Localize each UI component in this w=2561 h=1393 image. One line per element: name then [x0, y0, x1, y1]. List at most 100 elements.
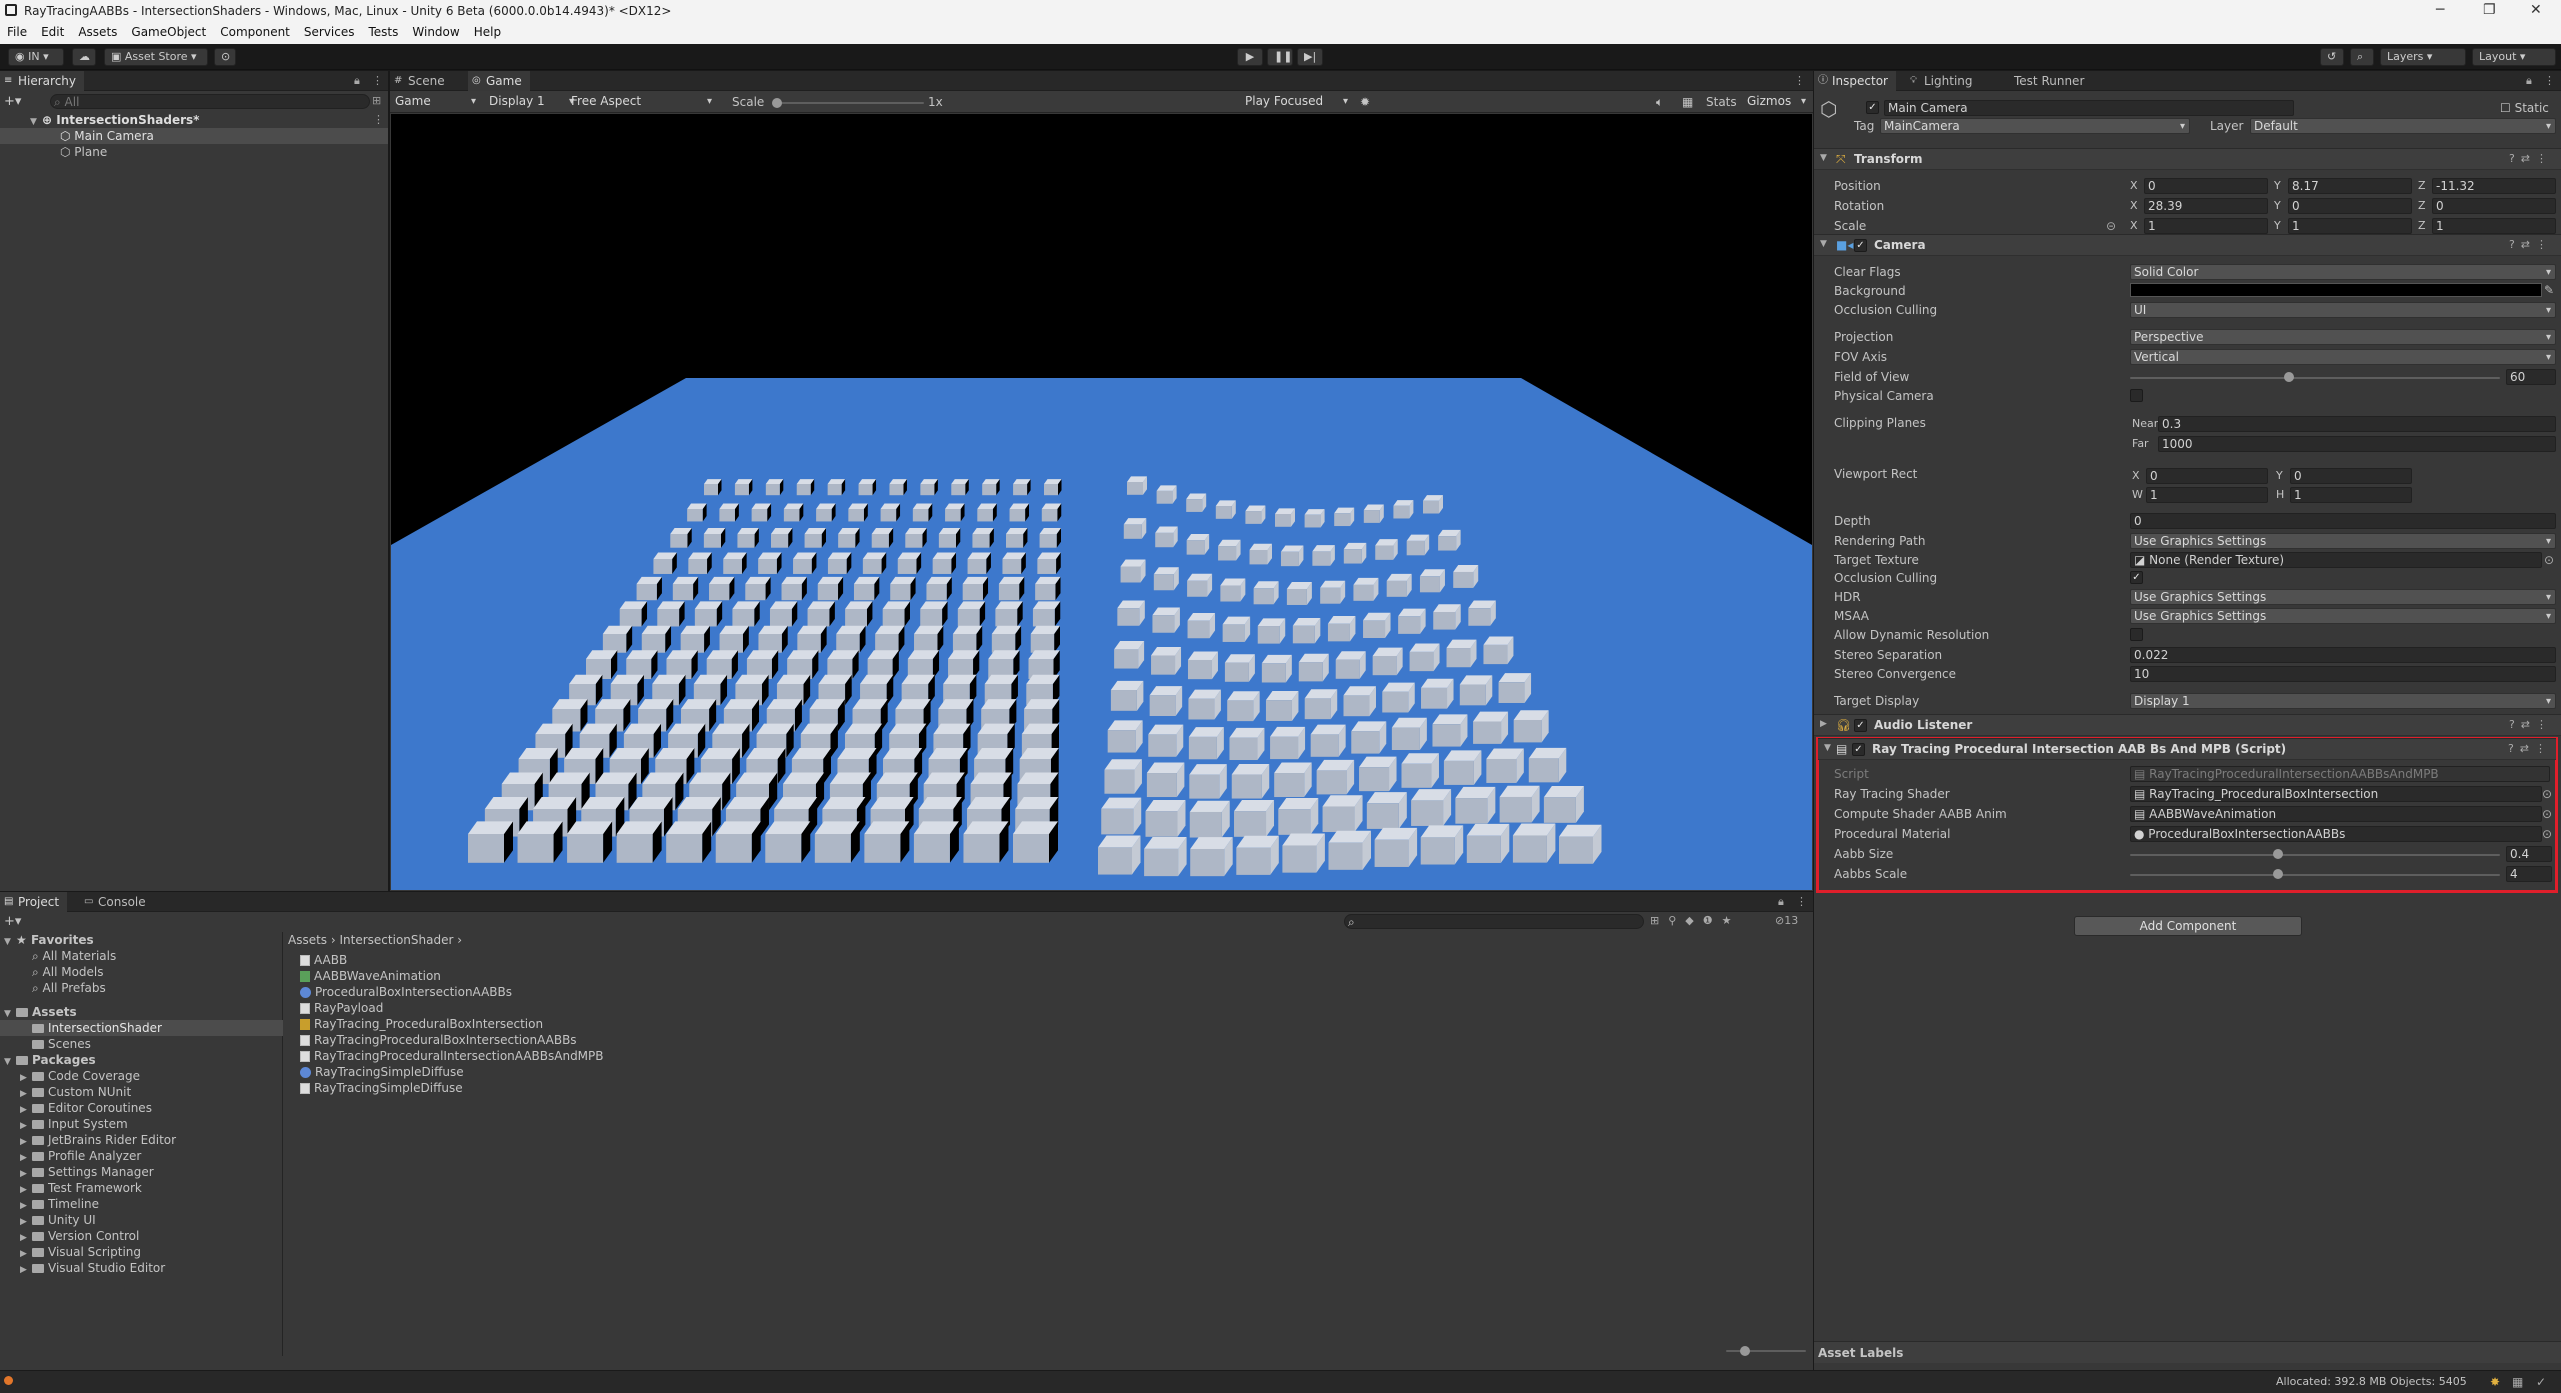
fov-axis-dropdown[interactable]: Vertical — [2130, 349, 2556, 365]
breadcrumb-intersection-shader[interactable]: IntersectionShader — [340, 933, 454, 947]
compute-shader-field[interactable]: ▤ AABBWaveAnimation — [2130, 806, 2542, 822]
depth-field[interactable]: 0 — [2130, 513, 2556, 529]
scale-z-axis-label[interactable]: Z — [2418, 218, 2426, 234]
tab-console[interactable]: ▭ Console — [80, 892, 154, 912]
scale-z-field[interactable]: 1 — [2432, 218, 2556, 234]
camera-header[interactable]: ▼ ■◂ ✓ Camera ?⇄⋮ — [1814, 234, 2561, 256]
clear-flags-dropdown[interactable]: Solid Color — [2130, 264, 2556, 280]
minimize-icon[interactable]: ─ — [2436, 2, 2444, 18]
asset-file[interactable]: RayTracingProceduralIntersectionAABBsAnd… — [300, 1048, 604, 1064]
menu-gameobject[interactable]: GameObject — [124, 22, 213, 39]
aspect-dropdown[interactable]: Free Aspect — [568, 94, 716, 110]
game-mode-dropdown[interactable]: Game — [392, 94, 480, 110]
favorite-all-models[interactable]: ⌕ All Models — [32, 964, 104, 980]
scene-menu-icon[interactable]: ⋮ — [373, 113, 384, 126]
favorite-all-materials[interactable]: ⌕ All Materials — [32, 948, 116, 964]
search-icon[interactable]: ⌕ — [2350, 48, 2374, 66]
menu-edit[interactable]: Edit — [34, 22, 71, 39]
aabbs-scale-slider[interactable] — [2130, 874, 2500, 876]
component-menu-icons[interactable]: ?⇄⋮ — [2508, 742, 2552, 755]
script-enabled-checkbox[interactable]: ✓ — [1852, 743, 1865, 756]
sync-status-icon[interactable]: ✓ — [2536, 1374, 2546, 1390]
hierarchy-item-main-camera[interactable]: ⬡ Main Camera — [60, 128, 154, 144]
object-picker-icon[interactable]: ⊙ — [2542, 786, 2552, 802]
lock-icon[interactable]: 🔒︎ — [354, 74, 360, 88]
folder-intersection-shader[interactable]: IntersectionShader — [32, 1020, 162, 1036]
rotation-z-field[interactable]: 0 — [2432, 198, 2556, 214]
asset-file[interactable]: ProceduralBoxIntersectionAABBs — [300, 984, 512, 1000]
stats-button[interactable]: Stats — [1706, 94, 1737, 110]
play-button[interactable]: ▶ — [1237, 48, 1263, 66]
aabbs-scale-field[interactable]: 4 — [2506, 866, 2552, 882]
eyedropper-icon[interactable]: ✎ — [2544, 282, 2554, 298]
ray-tracing-shader-field[interactable]: ▤ RayTracing_ProceduralBoxIntersection — [2130, 786, 2542, 802]
asset-file[interactable]: RayTracingProceduralBoxIntersectionAABBs — [300, 1032, 577, 1048]
viewport-y-field[interactable]: 0 — [2290, 468, 2412, 484]
position-z-axis-label[interactable]: Z — [2418, 178, 2426, 194]
stereo-separation-field[interactable]: 0.022 — [2130, 647, 2556, 663]
occlusion-culling-checkbox[interactable]: ✓ — [2130, 571, 2143, 584]
hdr-dropdown[interactable]: Use Graphics Settings — [2130, 589, 2556, 605]
display-dropdown[interactable]: Display 1 — [486, 94, 578, 110]
play-focused-dropdown[interactable]: Play Focused — [1242, 94, 1352, 110]
add-component-button[interactable]: Add Component — [2074, 916, 2302, 936]
asset-file[interactable]: RayPayload — [300, 1000, 383, 1016]
rendering-path-dropdown[interactable]: Use Graphics Settings — [2130, 533, 2556, 549]
more-icon[interactable]: ⋮ — [1796, 895, 1807, 908]
menu-services[interactable]: Services — [297, 22, 362, 39]
scale-y-axis-label[interactable]: Y — [2274, 218, 2281, 234]
breadcrumb-assets[interactable]: Assets — [288, 933, 327, 947]
create-button[interactable]: +▾ — [4, 94, 21, 109]
msaa-dropdown[interactable]: Use Graphics Settings — [2130, 608, 2556, 624]
scale-slider-knob[interactable] — [772, 98, 782, 108]
menu-component[interactable]: Component — [213, 22, 297, 39]
menu-window[interactable]: Window — [405, 22, 466, 39]
tab-inspector[interactable]: ⓘ Inspector — [1814, 71, 1896, 91]
asset-store-button[interactable]: ▣ Asset Store ▾ — [104, 48, 208, 66]
far-field[interactable]: 1000 — [2158, 436, 2556, 452]
position-x-axis-label[interactable]: X — [2130, 178, 2138, 194]
fov-slider-knob[interactable] — [2284, 372, 2295, 382]
layers-dropdown[interactable]: Layers ▾ — [2380, 48, 2466, 66]
component-menu-icons[interactable]: ?⇄⋮ — [2509, 238, 2553, 251]
account-button[interactable]: ◉ IN ▾ — [8, 48, 64, 66]
stereo-convergence-field[interactable]: 10 — [2130, 666, 2556, 682]
procedural-material-field[interactable]: ● ProceduralBoxIntersectionAABBs — [2130, 826, 2542, 842]
asset-file[interactable]: RayTracingSimpleDiffuse — [300, 1080, 463, 1096]
dynamic-resolution-checkbox[interactable] — [2130, 628, 2143, 641]
projection-dropdown[interactable]: Perspective — [2130, 329, 2556, 345]
transform-header[interactable]: ▼ ⤧ Transform ?⇄⋮ — [1814, 148, 2561, 170]
favorite-all-prefabs[interactable]: ⌕ All Prefabs — [32, 980, 106, 996]
game-viewport[interactable] — [391, 114, 1812, 890]
scale-x-axis-label[interactable]: X — [2130, 218, 2138, 234]
scale-y-field[interactable]: 1 — [2288, 218, 2412, 234]
more-icon[interactable]: ⋮ — [1794, 74, 1805, 87]
component-menu-icons[interactable]: ?⇄⋮ — [2509, 718, 2553, 731]
history-icon[interactable]: ↺ — [2320, 48, 2344, 66]
audio-listener-header[interactable]: ▶ 🎧︎ ✓ Audio Listener ?⇄⋮ — [1814, 714, 2561, 736]
component-menu-icons[interactable]: ?⇄⋮ — [2509, 152, 2553, 165]
physical-camera-checkbox[interactable] — [2130, 389, 2143, 402]
icon-size-slider[interactable] — [1726, 1350, 1806, 1352]
mute-audio-icon[interactable]: 🔈︎ — [1656, 94, 1663, 110]
menu-assets[interactable]: Assets — [71, 22, 124, 39]
rotation-x-axis-label[interactable]: X — [2130, 198, 2138, 214]
tab-hierarchy[interactable]: ≡ Hierarchy — [0, 71, 85, 91]
tab-test-runner[interactable]: Test Runner — [1996, 71, 2092, 91]
maximize-icon[interactable]: ❐ — [2483, 2, 2496, 18]
version-control-icon[interactable]: ⊙ — [214, 48, 236, 66]
debug-icon[interactable]: ✹ — [1360, 94, 1370, 110]
step-button[interactable]: ▶| — [1297, 48, 1323, 66]
position-x-field[interactable]: 0 — [2144, 178, 2268, 194]
scale-x-field[interactable]: 1 — [2144, 218, 2268, 234]
icon-size-slider-knob[interactable] — [1740, 1346, 1750, 1356]
tab-project[interactable]: ▤ Project — [0, 892, 68, 912]
target-display-dropdown[interactable]: Display 1 — [2130, 693, 2556, 709]
rotation-y-axis-label[interactable]: Y — [2274, 198, 2281, 214]
viewport-w-field[interactable]: 1 — [2146, 487, 2268, 503]
stats-toggle-icon[interactable]: ▦ — [1682, 94, 1693, 110]
hierarchy-item-plane[interactable]: ⬡ Plane — [60, 144, 107, 160]
camera-enabled-checkbox[interactable]: ✓ — [1854, 239, 1867, 252]
menu-tests[interactable]: Tests — [362, 22, 406, 39]
near-field[interactable]: 0.3 — [2158, 416, 2556, 432]
